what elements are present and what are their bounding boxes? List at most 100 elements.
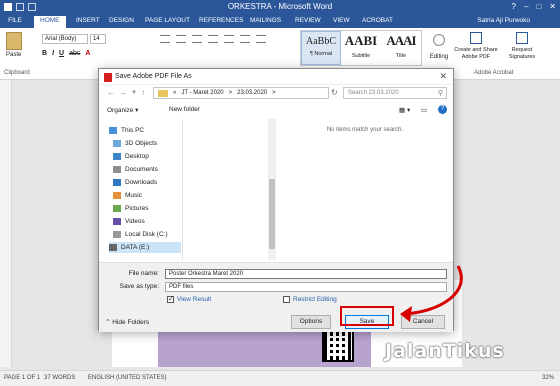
view-result-checkbox[interactable]: View Result	[167, 295, 211, 303]
user-name[interactable]: Satria Aji Purwoko	[477, 17, 530, 24]
nav-item-label: Desktop	[125, 153, 149, 160]
help-icon[interactable]: ?	[512, 2, 516, 11]
font-size-select[interactable]: 14	[90, 34, 106, 44]
tab-file[interactable]: FILE	[0, 15, 30, 28]
nav-item-this-pc[interactable]: This PC	[109, 125, 181, 136]
close-icon[interactable]: ✕	[549, 2, 556, 11]
nav-item-label: Documents	[125, 166, 158, 173]
nav-item-local-disk-c[interactable]: Local Disk (C:)	[113, 229, 185, 240]
up-arrow-icon[interactable]: ↑	[141, 88, 145, 97]
minimize-icon[interactable]: –	[524, 2, 528, 11]
multilevel-list-icon[interactable]	[192, 35, 202, 43]
editing-button[interactable]: Editing	[428, 34, 450, 60]
tab-insert[interactable]: INSERT	[76, 17, 100, 24]
numbering-icon[interactable]	[176, 35, 186, 43]
bold-icon[interactable]: B	[42, 50, 47, 57]
breadcrumb[interactable]: « JT - Maret 2020 > 23.03.2020 >	[153, 87, 329, 99]
zoom-level[interactable]: 32%	[542, 375, 554, 381]
bullets-icon[interactable]	[160, 35, 170, 43]
hide-folders-button[interactable]: ⌃ Hide Folders	[105, 318, 149, 326]
italic-icon[interactable]: I	[52, 50, 54, 57]
decrease-indent-icon[interactable]	[208, 35, 218, 43]
options-button[interactable]: Options	[291, 315, 331, 329]
maximize-icon[interactable]: □	[536, 2, 541, 11]
breadcrumb-overflow[interactable]: «	[173, 90, 176, 96]
nav-item-label: DATA (E:)	[121, 244, 150, 251]
file-list[interactable]: No items match your search.	[279, 119, 451, 260]
request-signatures-button[interactable]: Request Signatures	[502, 32, 542, 61]
search-input[interactable]: Search 23.03.2020 ⚲	[343, 87, 447, 99]
checkbox-unchecked	[283, 296, 290, 303]
vertical-ruler	[0, 80, 12, 367]
nav-item-label: 3D Objects	[125, 140, 158, 147]
drive-icon	[109, 244, 117, 251]
nav-item-music[interactable]: Music	[113, 190, 185, 201]
new-folder-button[interactable]: New folder	[169, 106, 200, 113]
adobe-pdf-icon	[104, 73, 112, 82]
nav-item-pictures[interactable]: Pictures	[113, 203, 185, 214]
find-icon	[433, 34, 445, 46]
tab-mailings[interactable]: MAILINGS	[250, 17, 281, 24]
refresh-icon[interactable]: ↻	[331, 88, 338, 97]
documents-icon	[113, 166, 121, 173]
tab-design[interactable]: DESIGN	[109, 17, 134, 24]
tab-references[interactable]: REFERENCES	[199, 17, 243, 24]
organize-button[interactable]: Organize ▾	[107, 106, 138, 114]
breadcrumb-23-03-2020[interactable]: 23.03.2020	[237, 90, 267, 96]
style-normal[interactable]: AaBbC ¶ Normal	[301, 31, 341, 65]
chevron-up-icon: ⌃	[105, 319, 111, 326]
video-icon	[113, 218, 121, 225]
qr-code-image	[322, 330, 354, 362]
preview-pane-icon[interactable]: ▭	[421, 106, 427, 114]
nav-item-videos[interactable]: Videos	[113, 216, 185, 227]
file-name-label: File name:	[128, 270, 159, 277]
paste-button[interactable]: Paste	[6, 52, 21, 58]
nav-item-documents[interactable]: Documents	[113, 164, 185, 175]
nav-item-label: Videos	[125, 218, 145, 225]
search-placeholder: Search 23.03.2020	[348, 90, 399, 96]
increase-indent-icon[interactable]	[224, 35, 234, 43]
nav-item-label: This PC	[121, 127, 145, 134]
tab-home[interactable]: HOME	[34, 16, 66, 28]
dialog-title: Save Adobe PDF File As	[115, 73, 192, 80]
nav-item-3d-objects[interactable]: 3D Objects	[113, 138, 185, 149]
desktop-icon	[113, 153, 121, 160]
tab-view[interactable]: VIEW	[333, 17, 350, 24]
nav-item-desktop[interactable]: Desktop	[113, 151, 185, 162]
help-icon[interactable]: ?	[438, 105, 447, 114]
recent-locations-icon[interactable]: ▼	[131, 90, 137, 96]
breadcrumb-separator[interactable]: >	[229, 90, 233, 96]
page-count[interactable]: PAGE 1 OF 1	[4, 375, 40, 381]
tab-review[interactable]: REVIEW	[295, 17, 321, 24]
style-title[interactable]: AAAI Title	[381, 31, 421, 65]
paste-icon[interactable]	[6, 32, 22, 50]
font-name-select[interactable]: Arial (Body)	[42, 34, 88, 44]
sort-icon[interactable]	[240, 35, 250, 43]
checkbox-checked	[167, 295, 174, 303]
create-share-pdf-button[interactable]: Create and Share Adobe PDF	[452, 32, 500, 61]
tab-acrobat[interactable]: ACROBAT	[362, 17, 393, 24]
font-color-icon[interactable]: A	[85, 50, 90, 57]
strikethrough-icon[interactable]: abc	[69, 50, 80, 57]
language-status[interactable]: ENGLISH (UNITED STATES)	[88, 375, 166, 381]
scrollbar-thumb[interactable]	[269, 179, 275, 249]
restrict-editing-checkbox[interactable]: Restrict Editing	[283, 296, 337, 303]
show-marks-icon[interactable]	[256, 35, 266, 43]
nav-item-data-e[interactable]: DATA (E:)	[109, 242, 181, 253]
format-buttons: B I U abc A	[42, 50, 90, 57]
address-bar: ← → ▼ ↑ « JT - Maret 2020 > 23.03.2020 >…	[103, 87, 451, 100]
breadcrumb-separator[interactable]: >	[272, 90, 276, 96]
navigation-scrollbar[interactable]	[268, 119, 276, 260]
word-count[interactable]: 37 WORDS	[44, 375, 75, 381]
nav-item-downloads[interactable]: Downloads	[113, 177, 185, 188]
back-arrow-icon[interactable]: ←	[107, 88, 115, 97]
pictures-icon	[113, 205, 121, 212]
forward-arrow-icon[interactable]: →	[119, 88, 127, 97]
breadcrumb-jt-maret-2020[interactable]: JT - Maret 2020	[181, 90, 223, 96]
dialog-close-icon[interactable]: ✕	[439, 71, 447, 82]
drive-icon	[113, 231, 121, 238]
tab-page-layout[interactable]: PAGE LAYOUT	[145, 17, 190, 24]
style-subtitle[interactable]: AABI Subtitle	[341, 31, 381, 65]
view-options-icon[interactable]: ▦ ▾	[399, 106, 410, 114]
underline-icon[interactable]: U	[59, 50, 64, 57]
